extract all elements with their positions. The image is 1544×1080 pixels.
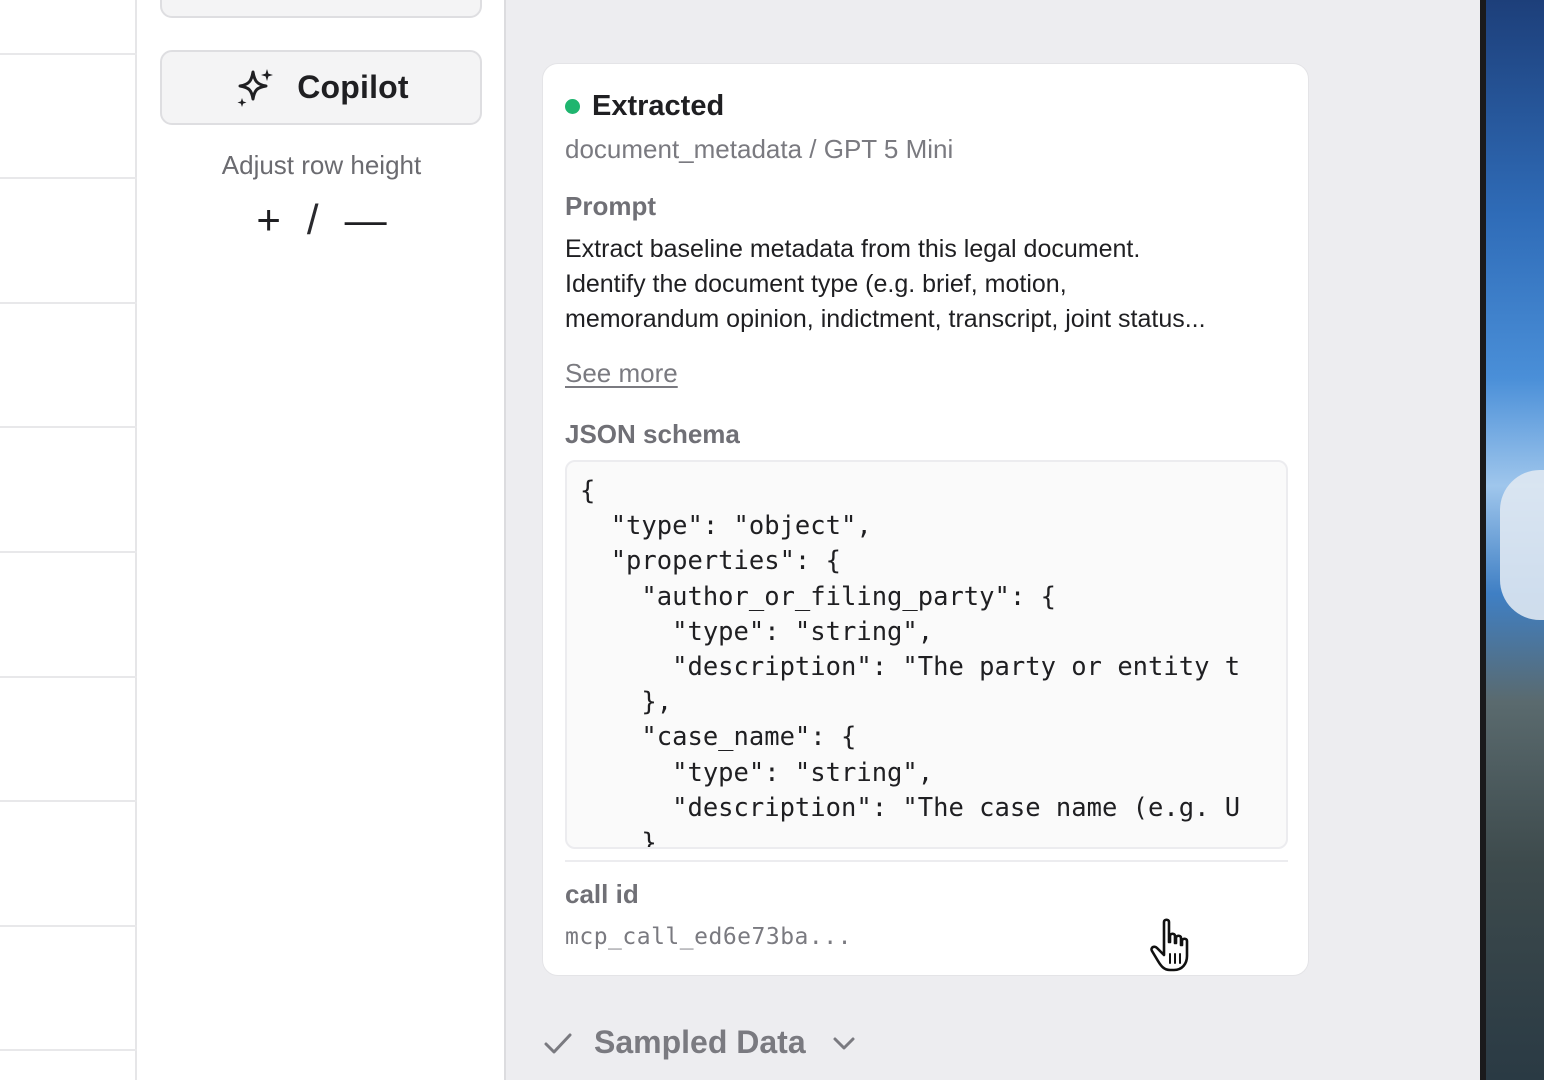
divider xyxy=(565,860,1288,862)
sparkle-icon xyxy=(233,66,277,110)
row-height-controls: + / — xyxy=(137,195,506,245)
desktop-wallpaper xyxy=(1480,0,1544,1080)
json-schema-code-box[interactable]: { "type": "object", "properties": { "aut… xyxy=(565,460,1288,849)
check-icon xyxy=(542,1027,574,1059)
row-divider xyxy=(0,426,137,428)
wallpaper-highlight xyxy=(1500,470,1544,620)
prompt-line: Identify the document type (e.g. brief, … xyxy=(565,270,1067,298)
row-divider xyxy=(0,302,137,304)
row-divider xyxy=(0,177,137,179)
prompt-line: Extract baseline metadata from this lega… xyxy=(565,235,1141,263)
row-divider xyxy=(0,1049,137,1051)
json-schema-label: JSON schema xyxy=(565,419,740,449)
extraction-card: Extracted document_metadata / GPT 5 Mini… xyxy=(542,63,1309,976)
card-subtitle: document_metadata / GPT 5 Mini xyxy=(565,134,954,164)
window-edge xyxy=(1480,0,1486,1080)
row-divider xyxy=(0,53,137,55)
prompt-text: Extract baseline metadata from this lega… xyxy=(565,232,1295,337)
prompt-line: memorandum opinion, indictment, transcri… xyxy=(565,305,1206,333)
decrease-row-height-button[interactable]: — xyxy=(345,195,387,245)
row-divider xyxy=(0,676,137,678)
see-more-link[interactable]: See more xyxy=(565,358,678,389)
copilot-button[interactable]: Copilot xyxy=(160,50,482,125)
app-window: Copilot Adjust row height + / — Extracte… xyxy=(0,0,1544,1080)
status-row: Extracted xyxy=(565,90,724,123)
sampled-data-toggle[interactable]: Sampled Data xyxy=(542,1024,858,1061)
row-divider xyxy=(0,551,137,553)
json-schema-code: { "type": "object", "properties": { "aut… xyxy=(580,476,1241,849)
details-pane: Extracted document_metadata / GPT 5 Mini… xyxy=(506,0,1480,1080)
toolbar-button-partial[interactable] xyxy=(160,0,482,18)
prompt-label: Prompt xyxy=(565,191,656,221)
sampled-data-label: Sampled Data xyxy=(594,1024,806,1060)
adjust-row-height-label: Adjust row height xyxy=(221,150,422,180)
status-text: Extracted xyxy=(592,90,725,122)
hand-cursor-icon xyxy=(1148,916,1198,974)
row-divider xyxy=(0,800,137,802)
control-separator: / xyxy=(306,196,319,243)
call-id-value: mcp_call_ed6e73ba... xyxy=(565,924,852,950)
call-id-label: call id xyxy=(565,879,639,909)
chevron-down-icon xyxy=(830,1029,858,1057)
table-column-strip xyxy=(0,0,137,1080)
status-dot-icon xyxy=(565,99,580,114)
increase-row-height-button[interactable]: + xyxy=(256,195,281,245)
tools-panel: Copilot Adjust row height + / — xyxy=(137,0,506,1080)
row-divider xyxy=(0,925,137,927)
copilot-label: Copilot xyxy=(297,69,409,105)
